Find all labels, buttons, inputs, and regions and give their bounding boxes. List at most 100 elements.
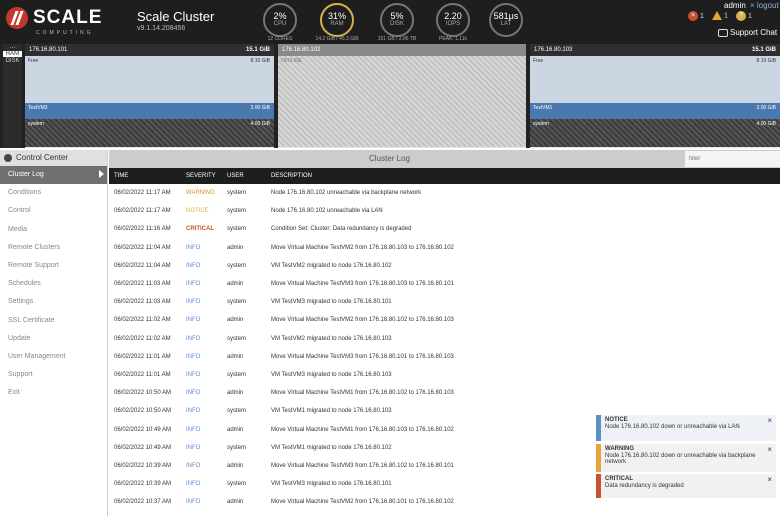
warning-toast[interactable]: WARNING Node 176.16.80.102 down or unrea… (596, 444, 776, 472)
toggle-ram[interactable]: RAM (3, 51, 22, 57)
sidebar-item-user-management[interactable]: User Management (0, 348, 107, 366)
log-severity: INFO (186, 481, 201, 488)
log-description: Condition Set: Cluster: Data redundancy … (271, 226, 412, 233)
sidebar-item-remote-clusters[interactable]: Remote Clusters (0, 239, 107, 257)
logout-link[interactable]: × logout (750, 1, 779, 10)
col-user[interactable]: USER (222, 168, 266, 184)
node-capacity: 15.1 GiB (751, 47, 776, 53)
log-severity: NOTICE (186, 208, 209, 215)
cpu-gauge[interactable]: 2% CPU (263, 3, 297, 37)
log-time: 06/02/2022 10:49 AM (114, 426, 172, 433)
free-label: Free (28, 58, 39, 64)
node-ip: 176.16.80.101 (29, 47, 68, 53)
chat-icon (718, 28, 728, 37)
table-row[interactable]: 06/02/2022 11:17 AM NOTICE system Node 176.… (109, 202, 780, 220)
log-time: 06/02/2022 10:49 AM (114, 444, 172, 451)
disk-gauge[interactable]: 5% DISK (380, 3, 414, 37)
log-severity: INFO (186, 353, 201, 360)
log-user: system (227, 226, 247, 233)
col-time[interactable]: TIME (109, 168, 181, 184)
table-row[interactable]: 06/02/2022 11:03 AM INFO system VM TestVM3 … (109, 293, 780, 311)
log-user: admin (227, 244, 244, 251)
sidebar-item-media[interactable]: Media (0, 221, 107, 239)
logo-sub: COMPUTING (36, 30, 94, 36)
free-amount: 8.10 GiB (756, 58, 776, 64)
log-severity: INFO (186, 262, 201, 269)
support-chat-button[interactable]: Support Chat (718, 28, 780, 37)
node-card[interactable]: 176.16.80.101 15.1 GiB Free 8.10 GiB Test… (25, 44, 274, 148)
sidebar-item-exit[interactable]: Exit (0, 384, 107, 402)
table-row[interactable]: 06/02/2022 11:17 AM WARNING system Node 176… (109, 184, 780, 202)
sidebar-item-schedules[interactable]: Schedules (0, 275, 107, 293)
sidebar-item-ssl-certificate[interactable]: SSL Certificate (0, 312, 107, 330)
sidebar-item-label: Remote Support (8, 261, 59, 269)
notice-alerts[interactable]: ? 1 (736, 11, 752, 21)
cluster-name: Scale Cluster (137, 9, 215, 24)
node-capacity: 15.1 GiB (245, 47, 270, 53)
log-time: 06/02/2022 11:02 AM (114, 335, 171, 342)
warning-alerts[interactable]: 1 (712, 11, 728, 20)
latency-gauge[interactable]: 581μs LAT (489, 3, 523, 37)
table-row[interactable]: 06/02/2022 11:03 AM INFO admin Move Virtual… (109, 275, 780, 293)
user-name: admin (724, 1, 746, 10)
node-card-offline[interactable]: 176.16.80.102 OFFLINE (278, 44, 526, 148)
critical-toast[interactable]: CRITICAL Data redundancy is degraded × (596, 474, 776, 498)
close-icon[interactable]: × (767, 475, 772, 484)
log-description: Move Virtual Machine TestVM3 from 176.16… (271, 353, 454, 360)
col-description[interactable]: DESCRIPTION (266, 168, 780, 184)
vm-amount: 3.00 GiB (250, 105, 270, 111)
log-time: 06/02/2022 11:04 AM (114, 244, 171, 251)
sidebar-item-label: Conditions (8, 189, 42, 197)
toggle-disk[interactable]: DISK (3, 58, 22, 64)
log-user: system (227, 335, 247, 342)
vm-segment[interactable]: TestVM1 3.00 GiB (530, 103, 780, 119)
sidebar-item-label: Update (8, 334, 31, 342)
log-header: Cluster Log (109, 150, 780, 168)
table-row[interactable]: 06/02/2022 11:02 AM INFO admin Move Virtual… (109, 311, 780, 329)
table-row[interactable]: 06/02/2022 11:02 AM INFO system VM TestVM2 … (109, 330, 780, 348)
log-user: admin (227, 462, 244, 469)
sidebar-item-support[interactable]: Support (0, 366, 107, 384)
table-row[interactable]: 06/02/2022 11:01 AM INFO admin Move Virtual… (109, 348, 780, 366)
alert-counts[interactable]: × 1 1 ? 1 (686, 11, 766, 25)
sidebar-item-label: Settings (8, 298, 34, 306)
sidebar-item-remote-support[interactable]: Remote Support (0, 257, 107, 275)
iops-gauge[interactable]: 2.20 IOPS (436, 3, 470, 37)
sidebar-item-label: SSL Certificate (8, 316, 55, 324)
close-icon[interactable]: × (767, 416, 772, 425)
latency-label: LAT (500, 21, 512, 27)
vm-segment[interactable]: TestVM3 3.00 GiB (25, 103, 274, 119)
log-description: Move Virtual Machine TestVM3 from 176.16… (271, 281, 454, 288)
sidebar-item-conditions[interactable]: Conditions (0, 184, 107, 202)
log-severity: INFO (186, 335, 201, 342)
log-severity: INFO (186, 244, 201, 251)
sidebar-item-settings[interactable]: Settings (0, 293, 107, 311)
ram-value: 31% (327, 11, 346, 21)
table-row[interactable]: 06/02/2022 11:01 AM INFO system VM TestVM3 … (109, 366, 780, 384)
ram-label: RAM (330, 21, 344, 27)
notice-toast[interactable]: NOTICE Node 176.16.80.102 down or unreac… (596, 415, 776, 441)
table-row[interactable]: 06/02/2022 11:04 AM INFO admin Move Virtual… (109, 239, 780, 257)
close-icon[interactable]: × (767, 445, 772, 454)
control-center-sidebar: Control Center Cluster Log Conditions Co… (0, 150, 108, 516)
toast-message: Data redundancy is degraded (605, 483, 684, 489)
log-severity: INFO (186, 444, 201, 451)
free-amount: 8.10 GiB (250, 58, 270, 64)
critical-alerts[interactable]: × 1 (688, 11, 704, 21)
table-row[interactable]: 06/02/2022 11:04 AM INFO system VM TestVM2 … (109, 257, 780, 275)
col-severity[interactable]: SEVERITY (181, 168, 222, 184)
top-bar: SCALE COMPUTING Scale Cluster v9.1.14.20… (0, 0, 780, 44)
table-row[interactable]: 06/02/2022 10:50 AM INFO admin Move Virtual… (109, 384, 780, 402)
sidebar-item-cluster-log[interactable]: Cluster Log (0, 166, 107, 185)
offline-label: OFFLINE (281, 58, 303, 64)
log-filter-input[interactable] (685, 151, 780, 167)
disk-label: DISK (389, 21, 404, 27)
table-row[interactable]: 06/02/2022 11:16 AM CRITICAL system Conditi… (109, 220, 780, 238)
resource-toggle[interactable]: … RAM DISK (3, 43, 22, 148)
sidebar-item-control[interactable]: Control (0, 202, 107, 220)
log-time: 06/02/2022 10:37 AM (114, 499, 172, 506)
sidebar-item-update[interactable]: Update (0, 330, 107, 348)
node-card[interactable]: 176.16.80.103 15.1 GiB Free 8.10 GiB Test… (530, 44, 780, 148)
ram-gauge[interactable]: 31% RAM (320, 3, 354, 37)
iops-value: 2.20 (444, 11, 462, 21)
